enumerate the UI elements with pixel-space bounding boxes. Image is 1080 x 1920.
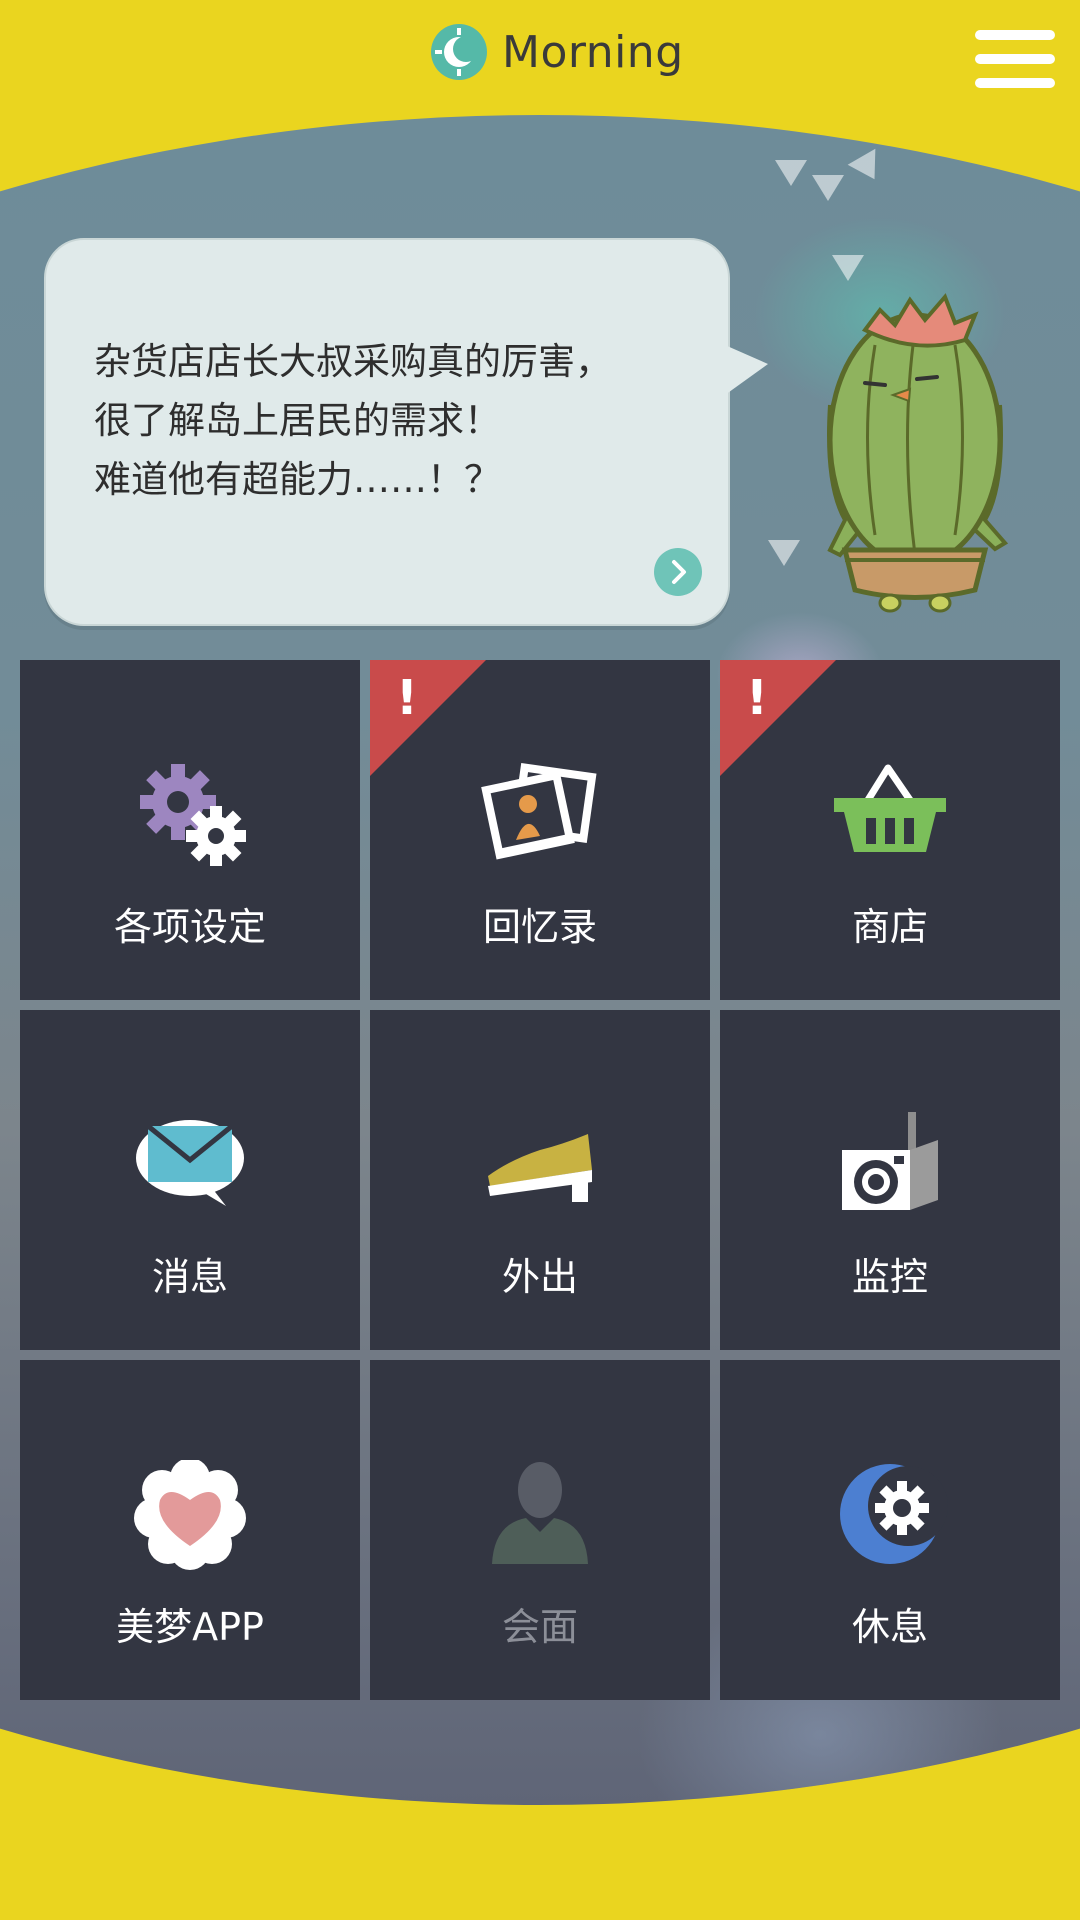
shop-tile[interactable]: ! 商店 — [720, 660, 1060, 1000]
decor-triangle — [847, 148, 889, 188]
rest-label: 休息 — [851, 1605, 928, 1649]
speech-bubble: 杂货店店长大叔采购真的厉害， 很了解岛上居民的需求！ 难道他有超能力……！？ — [44, 238, 730, 626]
camera-icon — [842, 1112, 938, 1210]
speech-line: 杂货店店长大叔采购真的厉害， — [94, 340, 612, 383]
speech-bubble-tail — [718, 342, 768, 400]
next-dialog-button[interactable] — [654, 548, 702, 596]
moon-gear-icon — [840, 1464, 948, 1564]
dream-app-label: 美梦APP — [116, 1605, 264, 1649]
menu-grid: 各项设定 ! 回忆录 ! 商店 消息 外出 监控 美梦APP 会面 休息 — [20, 660, 1060, 1700]
heart-flower-icon — [134, 1460, 246, 1570]
time-of-day: Morning — [430, 22, 684, 82]
person-icon — [492, 1462, 588, 1564]
top-bar: Morning — [0, 0, 1080, 110]
chevron-right-icon — [672, 560, 686, 584]
memories-label: 回忆录 — [482, 905, 597, 949]
dream-app-tile[interactable]: 美梦APP — [20, 1360, 360, 1700]
settings-label: 各项设定 — [113, 905, 266, 949]
settings-tile[interactable]: 各项设定 — [20, 660, 360, 1000]
go-out-tile[interactable]: 外出 — [370, 1010, 710, 1350]
meeting-label: 会面 — [501, 1605, 578, 1649]
shop-label: 商店 — [851, 905, 928, 949]
basket-icon — [834, 764, 946, 852]
alert-badge — [370, 660, 486, 776]
time-of-day-label: Morning — [502, 26, 684, 78]
speech-line: 很了解岛上居民的需求！ — [94, 399, 501, 442]
alert-badge — [720, 660, 836, 776]
messages-tile[interactable]: 消息 — [20, 1010, 360, 1350]
menu-line — [975, 78, 1055, 88]
menu-line — [975, 54, 1055, 64]
speech-line: 难道他有超能力……！？ — [94, 458, 501, 501]
hamburger-menu-button[interactable] — [975, 30, 1055, 100]
shoe-icon — [488, 1134, 592, 1202]
rest-tile[interactable]: 休息 — [720, 1360, 1060, 1700]
memories-tile[interactable]: ! 回忆录 — [370, 660, 710, 1000]
cactus-character — [827, 293, 1009, 613]
decor-triangle — [812, 175, 844, 201]
decor-triangle — [832, 255, 864, 281]
decor-triangle — [775, 160, 807, 186]
gears-icon — [140, 764, 246, 866]
go-out-label: 外出 — [501, 1255, 578, 1299]
decor-triangle — [768, 540, 800, 566]
sun-moon-icon — [431, 24, 487, 80]
alert-mark: ! — [396, 670, 418, 726]
alert-mark: ! — [746, 670, 768, 726]
speech-text: 杂货店店长大叔采购真的厉害， 很了解岛上居民的需求！ 难道他有超能力……！？ — [94, 332, 694, 509]
meeting-tile[interactable]: 会面 — [370, 1360, 710, 1700]
mail-bubble-icon — [136, 1120, 244, 1206]
messages-label: 消息 — [151, 1255, 228, 1299]
menu-line — [975, 30, 1055, 40]
monitor-label: 监控 — [851, 1255, 928, 1299]
monitor-tile[interactable]: 监控 — [720, 1010, 1060, 1350]
photos-icon — [481, 763, 597, 860]
